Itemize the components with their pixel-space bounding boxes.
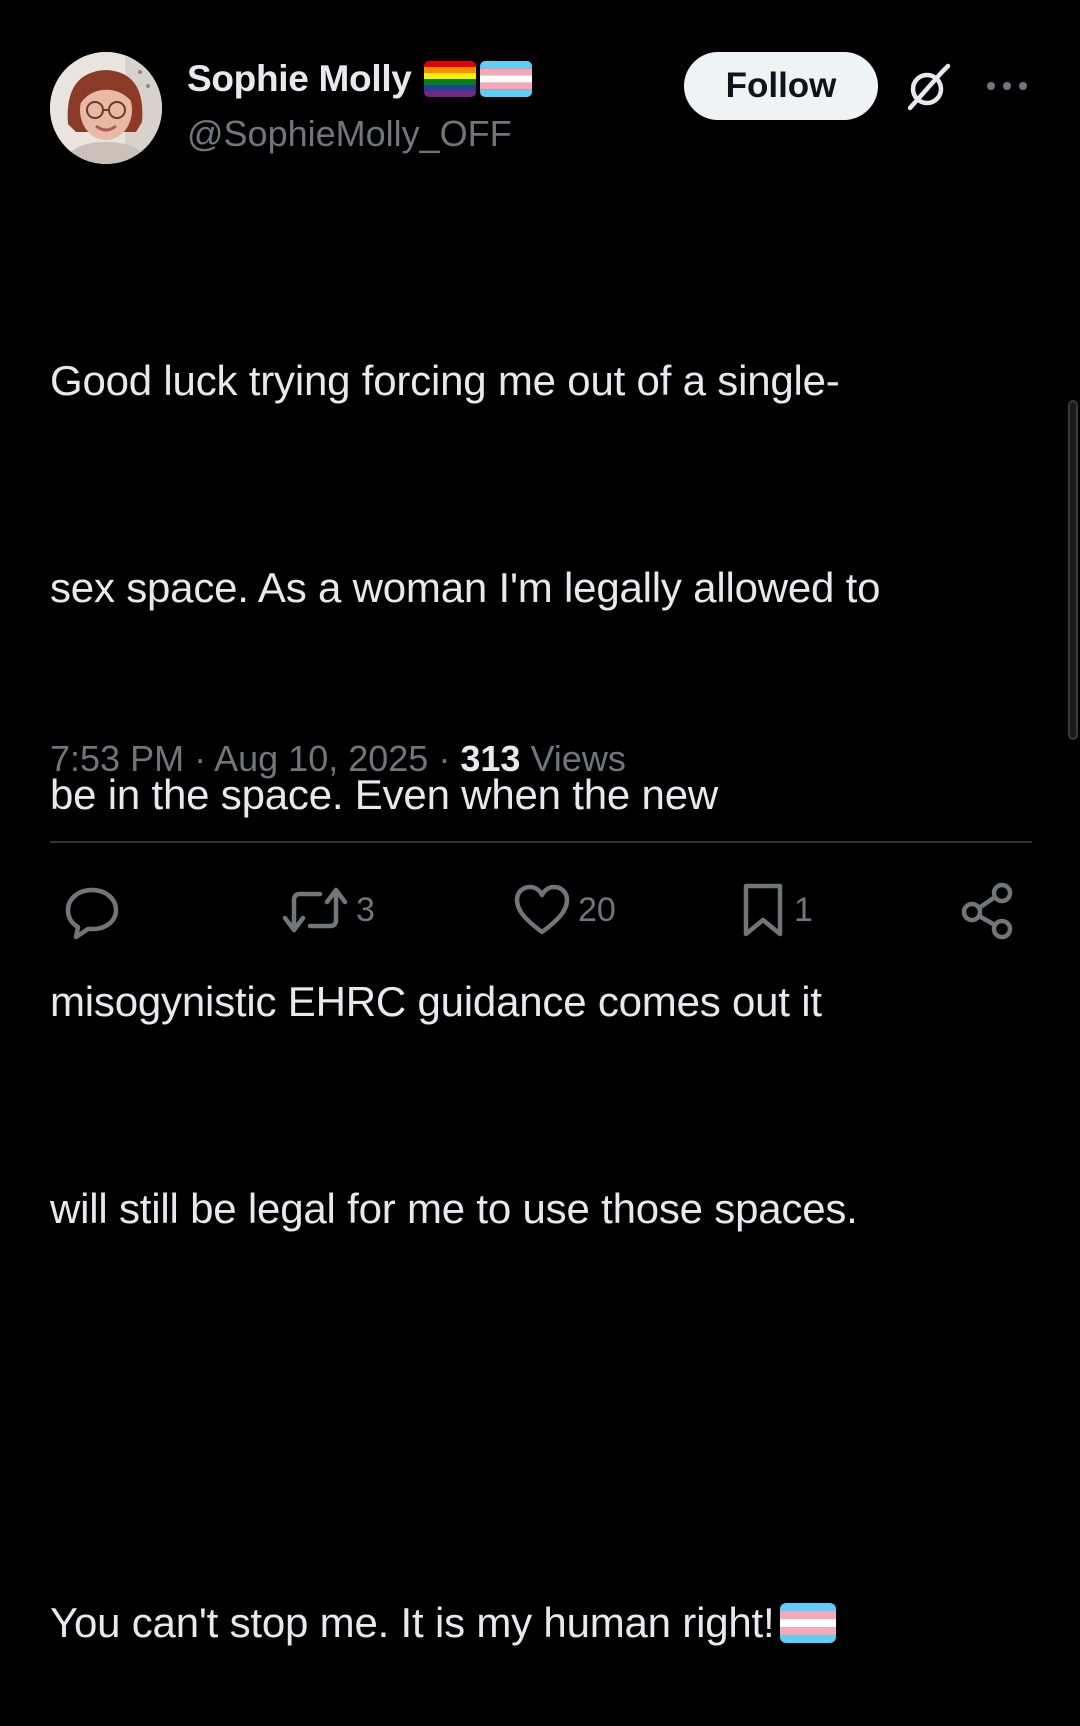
tweet-text-last-line: You can't stop me. It is my human right!: [50, 1588, 1040, 1657]
meta-separator: ·: [194, 738, 207, 779]
bookmark-button[interactable]: 1: [738, 880, 813, 940]
author-display-name[interactable]: Sophie Molly: [187, 58, 412, 100]
more-options-icon[interactable]: [985, 74, 1029, 98]
author-flags: [423, 61, 532, 97]
bookmark-count: 1: [794, 890, 813, 929]
reply-icon: [65, 887, 119, 940]
meta-separator: ·: [438, 738, 451, 779]
avatar-image: [50, 52, 162, 164]
tweet-text: Good luck trying forcing me out of a sin…: [50, 208, 1040, 1726]
transgender-flag-icon: [479, 61, 532, 97]
retweet-icon: [282, 887, 348, 933]
share-icon: [961, 882, 1013, 940]
like-count: 20: [578, 890, 616, 929]
transgender-flag-icon: [780, 1603, 837, 1643]
retweet-count: 3: [356, 890, 375, 929]
avatar[interactable]: [50, 52, 162, 164]
tweet-time[interactable]: 7:53 PM: [50, 738, 184, 779]
like-button[interactable]: 20: [512, 880, 616, 940]
bookmark-icon: [743, 883, 783, 937]
tweet-text-line: will still be legal for me to use those …: [50, 1185, 858, 1232]
tweet-meta: 7:53 PM · Aug 10, 2025 · 313 Views: [50, 738, 626, 780]
tweet-text-line: sex space. As a woman I'm legally allowe…: [50, 564, 881, 611]
tweet-text-blank-line: [50, 1381, 1040, 1450]
grok-icon[interactable]: [902, 62, 954, 114]
tweet-text-line: You can't stop me. It is my human right!: [50, 1599, 775, 1646]
retweet-button[interactable]: 3: [280, 880, 375, 940]
scrollbar[interactable]: [1068, 400, 1078, 740]
author-handle[interactable]: @SophieMolly_OFF: [187, 113, 512, 155]
heart-icon: [514, 884, 570, 935]
tweet-date[interactable]: Aug 10, 2025: [214, 738, 428, 779]
share-button[interactable]: [958, 880, 1018, 940]
views-count: 313: [460, 738, 521, 779]
rainbow-flag-icon: [423, 61, 476, 97]
tweet-text-line: misogynistic EHRC guidance comes out it: [50, 978, 822, 1025]
views-label: Views: [530, 738, 626, 779]
divider: [50, 841, 1032, 843]
reply-button[interactable]: [62, 880, 128, 940]
tweet-text-line: Good luck trying forcing me out of a sin…: [50, 357, 840, 404]
author-name-row: Sophie Molly: [187, 57, 532, 101]
follow-button[interactable]: Follow: [684, 52, 878, 120]
